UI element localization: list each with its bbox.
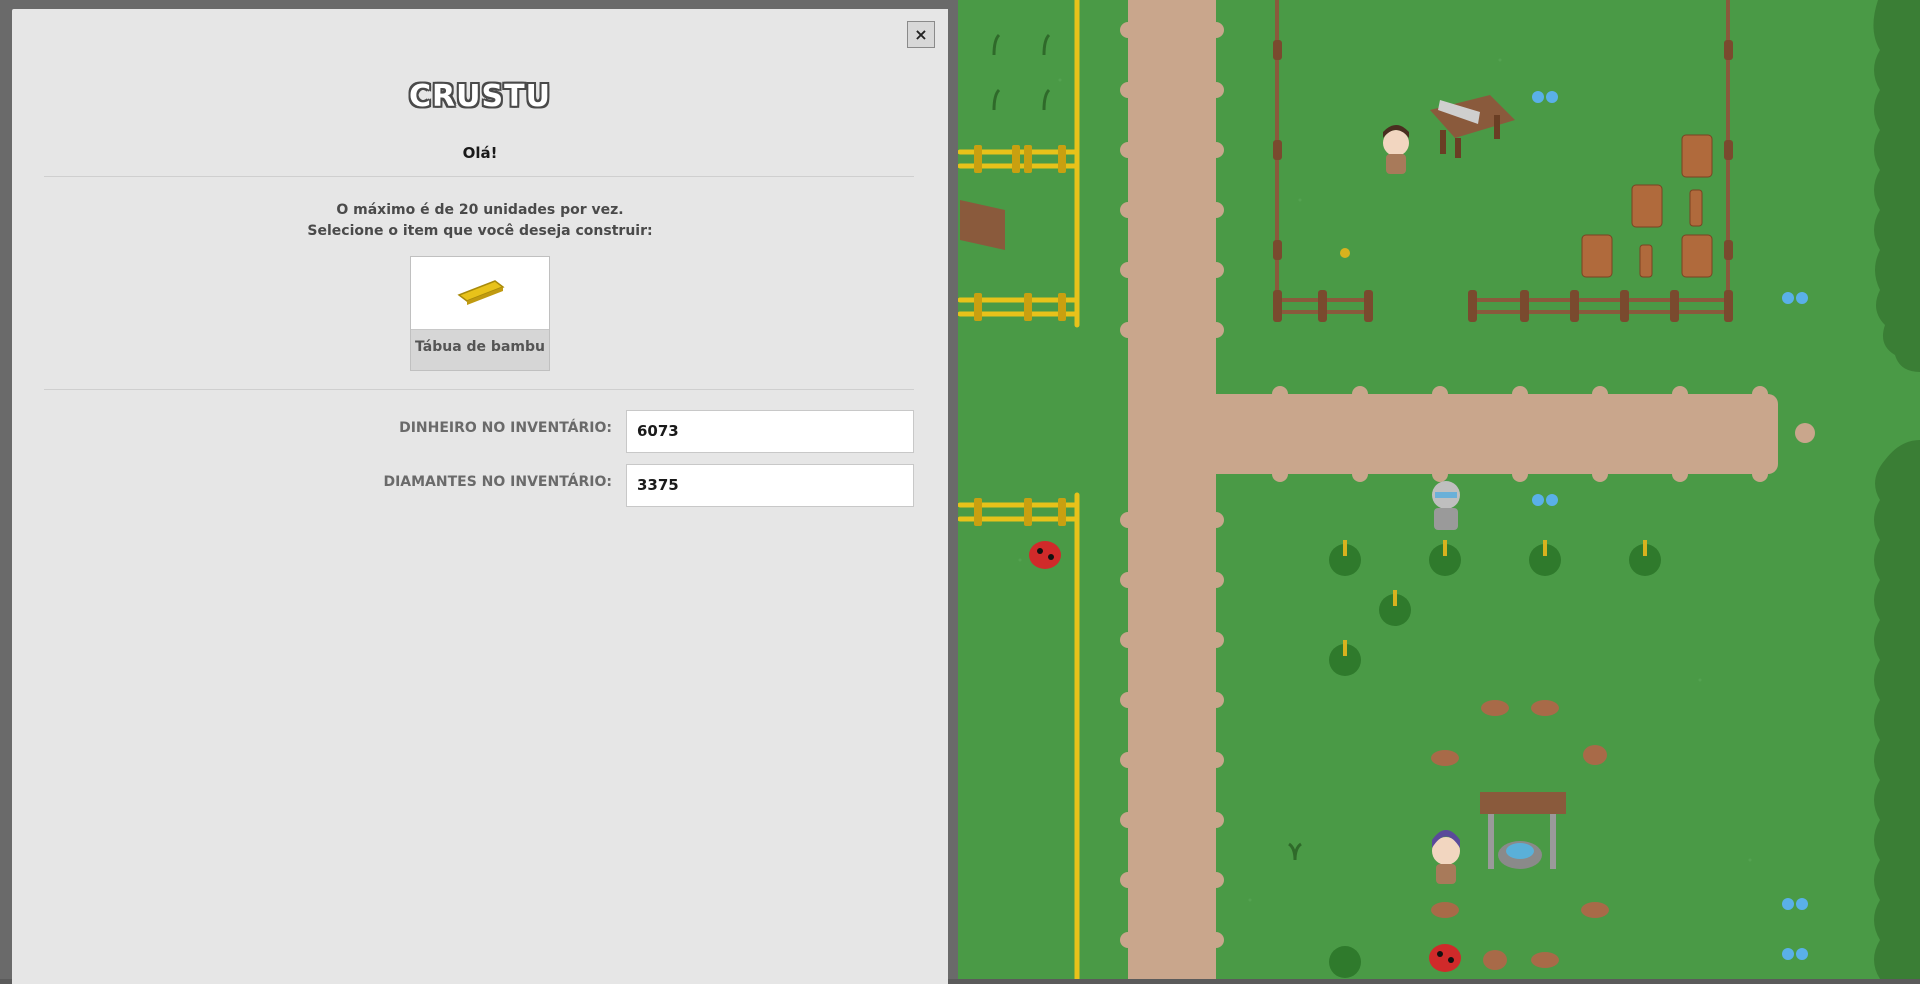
npc-build-dialog: × CRUSTU Olá! O máximo é de 20 unidades … bbox=[12, 9, 948, 984]
max-units-info: O máximo é de 20 unidades por vez. bbox=[336, 202, 624, 218]
dialog-frame: × CRUSTU Olá! O máximo é de 20 unidades … bbox=[0, 0, 958, 984]
money-field: 6073 bbox=[626, 410, 914, 453]
item-option-bamboo-plank[interactable]: Tábua de bambu bbox=[410, 256, 550, 371]
divider bbox=[44, 389, 914, 390]
item-thumbnail bbox=[411, 257, 549, 330]
diamonds-label: DIAMANTES NO INVENTÁRIO: bbox=[383, 474, 612, 490]
select-item-instruction: Selecione o item que você deseja constru… bbox=[307, 223, 653, 239]
close-button[interactable]: × bbox=[907, 21, 935, 48]
divider bbox=[44, 176, 914, 177]
money-label: DINHEIRO NO INVENTÁRIO: bbox=[399, 420, 612, 436]
npc-name: CRUSTU bbox=[409, 79, 551, 114]
diamonds-field: 3375 bbox=[626, 464, 914, 507]
item-label: Tábua de bambu bbox=[415, 339, 545, 355]
npc-greeting: Olá! bbox=[462, 144, 498, 162]
bamboo-plank-icon bbox=[457, 280, 505, 305]
